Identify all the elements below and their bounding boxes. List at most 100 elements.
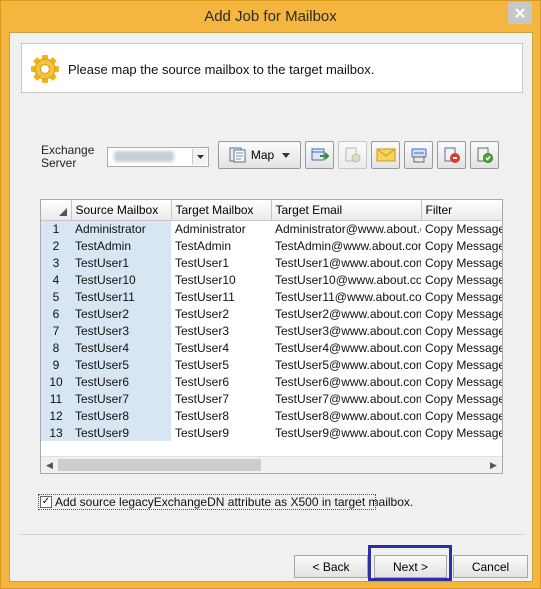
mailbox-mapping-grid[interactable]: Source Mailbox Target Mailbox Target Ema…	[40, 199, 503, 474]
cell-target-email: TestUser1@www.about.com	[275, 255, 421, 270]
cell-target-email: TestUser10@www.about.com	[275, 272, 421, 287]
table-row[interactable]: 1 Administrator Administrator Administrator…	[41, 220, 503, 237]
row-number: 11	[41, 390, 71, 407]
cell-target-email: TestUser9@www.about.com	[275, 425, 421, 440]
cell-filter: Copy Message C	[425, 408, 503, 423]
dialog-window: Add Job for Mailbox Please map the sourc…	[0, 0, 541, 589]
column-header-target[interactable]: Target Mailbox	[171, 200, 272, 221]
cell-filter: Copy Message C	[425, 306, 503, 321]
cell-target-mailbox: TestAdmin	[175, 238, 232, 253]
cell-source-mailbox: TestUser8	[71, 407, 171, 424]
footer-divider	[20, 534, 524, 535]
cell-filter: Copy Message C	[425, 323, 503, 338]
cell-target-email: TestUser4@www.about.com	[275, 340, 421, 355]
scroll-right-icon[interactable]: ▶	[485, 457, 502, 473]
cell-filter: Copy Message C	[425, 391, 503, 406]
row-number: 12	[41, 407, 71, 424]
cell-target-mailbox: Administrator	[175, 221, 246, 236]
cell-filter: Copy Message C	[425, 255, 503, 270]
cell-source-mailbox: TestUser5	[71, 356, 171, 373]
cell-filter: Copy Message C	[425, 340, 503, 355]
table-row[interactable]: 7 TestUser3 TestUser3 TestUser3@www.about.c…	[41, 322, 503, 339]
cell-filter: Copy Message C	[425, 425, 503, 440]
cell-target-mailbox: TestUser10	[175, 272, 236, 287]
mailbox-export-icon	[311, 148, 329, 161]
cell-target-mailbox: TestUser6	[175, 374, 230, 389]
table-row[interactable]: 9 TestUser5 TestUser5 TestUser5@www.about.c…	[41, 356, 502, 373]
row-number: 7	[41, 322, 71, 339]
cell-target-email: TestUser5@www.about.com	[275, 357, 421, 372]
cancel-button-label: Cancel	[471, 559, 510, 574]
cell-filter: Copy Message C	[425, 289, 503, 304]
x500-option[interactable]: ✓ Add source legacyExchangeDN attribute …	[38, 494, 413, 510]
cell-source-mailbox: TestUser6	[71, 373, 171, 390]
horizontal-scrollbar[interactable]: ◀ ▶	[41, 456, 502, 473]
window-title: Add Job for Mailbox	[204, 8, 337, 25]
email-button[interactable]	[371, 141, 400, 169]
row-number: 4	[41, 271, 71, 288]
table-row[interactable]: 3 TestUser1 TestUser1 TestUser1@www.about.c…	[41, 254, 503, 271]
remove-mapping-button[interactable]	[437, 141, 466, 169]
back-button[interactable]: < Back	[294, 555, 368, 578]
row-number: 8	[41, 339, 71, 356]
cell-target-email: TestUser3@www.about.com	[275, 323, 421, 338]
cell-target-email: TestUser2@www.about.com	[275, 306, 421, 321]
mapping-table: Source Mailbox Target Mailbox Target Ema…	[41, 200, 503, 441]
x500-checkbox[interactable]: ✓	[40, 496, 52, 508]
cell-target-email: TestUser6@www.about.com	[275, 374, 421, 389]
chevron-down-icon	[282, 152, 291, 158]
scrollbar-thumb[interactable]	[58, 459, 261, 471]
table-row[interactable]: 12 TestUser8 TestUser8 TestUser8@www.about.…	[41, 407, 503, 424]
close-button[interactable]	[508, 2, 532, 24]
cell-filter: Copy Message C	[425, 221, 503, 236]
table-row[interactable]: 8 TestUser4 TestUser4 TestUser4@www.about.c…	[41, 339, 503, 356]
exchange-server-value	[114, 151, 174, 162]
cell-source-mailbox: TestUser3	[71, 322, 171, 339]
info-message: Please map the source mailbox to the tar…	[68, 62, 375, 77]
cancel-button[interactable]: Cancel	[453, 555, 528, 578]
row-number: 2	[41, 237, 71, 254]
mailbox-edit-icon	[345, 147, 360, 163]
title-bar: Add Job for Mailbox	[1, 1, 540, 33]
cell-source-mailbox: TestUser4	[71, 339, 171, 356]
row-number: 1	[41, 220, 71, 237]
edit-mapping-button[interactable]	[338, 141, 367, 169]
column-header-source[interactable]: Source Mailbox	[71, 200, 172, 221]
table-row[interactable]: 2 TestAdmin TestAdmin TestAdmin@www.about.c…	[41, 237, 502, 254]
chevron-down-icon[interactable]	[192, 149, 207, 165]
table-row[interactable]: 10 TestUser6 TestUser6 TestUser6@www.about.…	[41, 373, 502, 390]
server-mapping-button[interactable]	[404, 141, 433, 169]
cell-target-mailbox: TestUser4	[175, 340, 230, 355]
table-row[interactable]: 4 TestUser10 TestUser10 TestUser10@www.abou…	[41, 271, 502, 288]
cell-source-mailbox: TestUser1	[71, 254, 171, 271]
map-icon	[229, 147, 246, 163]
row-number: 10	[41, 373, 71, 390]
server-icon	[411, 148, 426, 163]
table-row[interactable]: 11 TestUser7 TestUser7 TestUser7@www.about.…	[41, 390, 503, 407]
cell-target-mailbox: TestUser9	[175, 425, 230, 440]
column-header-email[interactable]: Target Email	[271, 200, 422, 221]
info-panel: Please map the source mailbox to the tar…	[21, 43, 523, 93]
row-number: 13	[41, 424, 71, 441]
exchange-server-label: Exchange Server	[41, 144, 94, 170]
table-row[interactable]: 6 TestUser2 TestUser2 TestUser2@www.about.c…	[41, 305, 503, 322]
add-mailbox-button[interactable]	[305, 141, 334, 169]
dialog-body: Please map the source mailbox to the tar…	[9, 32, 533, 582]
column-header-filter[interactable]: Filter	[421, 200, 502, 221]
cell-target-email: Administrator@www.about.c...	[275, 221, 421, 236]
row-number: 5	[41, 288, 71, 305]
cell-target-mailbox: TestUser2	[175, 306, 230, 321]
cell-source-mailbox: Administrator	[71, 220, 171, 237]
cell-target-email: TestAdmin@www.about.com	[275, 238, 421, 253]
mailbox-save-icon	[477, 147, 493, 163]
select-all-corner[interactable]	[41, 200, 72, 221]
cell-source-mailbox: TestUser2	[71, 305, 171, 322]
scroll-left-icon[interactable]: ◀	[41, 457, 58, 473]
save-mapping-button[interactable]	[470, 141, 499, 169]
table-row[interactable]: 13 TestUser9 TestUser9 TestUser9@www.about.…	[41, 424, 503, 441]
exchange-server-select[interactable]	[107, 147, 209, 167]
cell-source-mailbox: TestUser10	[71, 271, 171, 288]
delete-icon	[444, 147, 460, 163]
table-row[interactable]: 5 TestUser11 TestUser11 TestUser11@www.abou…	[41, 288, 503, 305]
map-button[interactable]: Map	[218, 141, 301, 169]
